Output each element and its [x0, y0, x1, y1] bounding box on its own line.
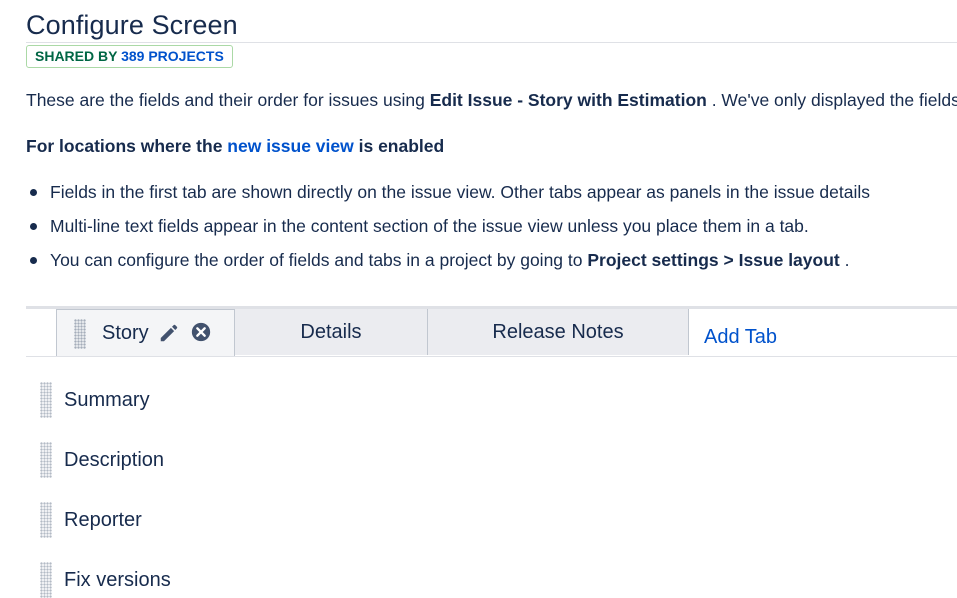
shared-projects-link[interactable]: 389 PROJECTS	[121, 48, 224, 64]
list-item: Multi-line text fields appear in the con…	[26, 214, 957, 248]
drag-handle-icon[interactable]	[40, 502, 52, 538]
drag-handle-icon[interactable]	[40, 442, 52, 478]
drag-handle-icon[interactable]	[40, 382, 52, 418]
shared-by-lozenge: SHARED BY 389 PROJECTS	[26, 45, 233, 68]
new-issue-view-heading: For locations where the new issue view i…	[26, 135, 444, 157]
bullet-text: Multi-line text fields appear in the con…	[50, 216, 809, 236]
drag-handle-icon[interactable]	[74, 319, 86, 349]
bullet-text: You can configure the order of fields an…	[50, 250, 588, 270]
screen-name: Edit Issue - Story with Estimation	[429, 90, 707, 110]
pencil-icon[interactable]	[158, 322, 180, 344]
list-item: Fields in the first tab are shown direct…	[26, 180, 957, 214]
page-title: Configure Screen	[26, 10, 238, 40]
close-circle-icon[interactable]	[190, 321, 212, 343]
tab-release-notes[interactable]: Release Notes	[428, 309, 689, 355]
tab-label: Story	[102, 322, 149, 344]
title-divider	[26, 42, 957, 43]
field-label: Reporter	[64, 509, 142, 531]
new-issue-view-link[interactable]: new issue view	[227, 136, 353, 156]
tab-details[interactable]: Details	[235, 309, 428, 355]
issue-layout-path: Project settings > Issue layout	[587, 250, 840, 270]
field-label: Fix versions	[64, 569, 171, 591]
field-label: Summary	[64, 389, 150, 411]
tab-label: Details	[300, 321, 362, 343]
tab-story[interactable]: Story	[56, 309, 235, 356]
shared-by-label: SHARED BY	[35, 48, 118, 64]
intro-before: These are the fields and their order for…	[26, 90, 430, 110]
add-tab-link[interactable]: Add Tab	[704, 325, 777, 349]
subhead-prefix: For locations where the	[26, 136, 228, 156]
bullet-text: Fields in the first tab are shown direct…	[50, 182, 871, 202]
field-label: Description	[64, 449, 165, 471]
intro-after: . We've only displayed the fields that a…	[711, 90, 957, 110]
intro-text: These are the fields and their order for…	[26, 89, 957, 111]
tabs-bottom-border	[26, 356, 957, 357]
bullet-text-end: .	[839, 250, 850, 270]
subhead-suffix: is enabled	[353, 136, 445, 156]
info-list: Fields in the first tab are shown direct…	[26, 180, 957, 282]
drag-handle-icon[interactable]	[40, 562, 52, 598]
list-item: You can configure the order of fields an…	[26, 248, 957, 282]
tab-label: Release Notes	[492, 321, 624, 343]
